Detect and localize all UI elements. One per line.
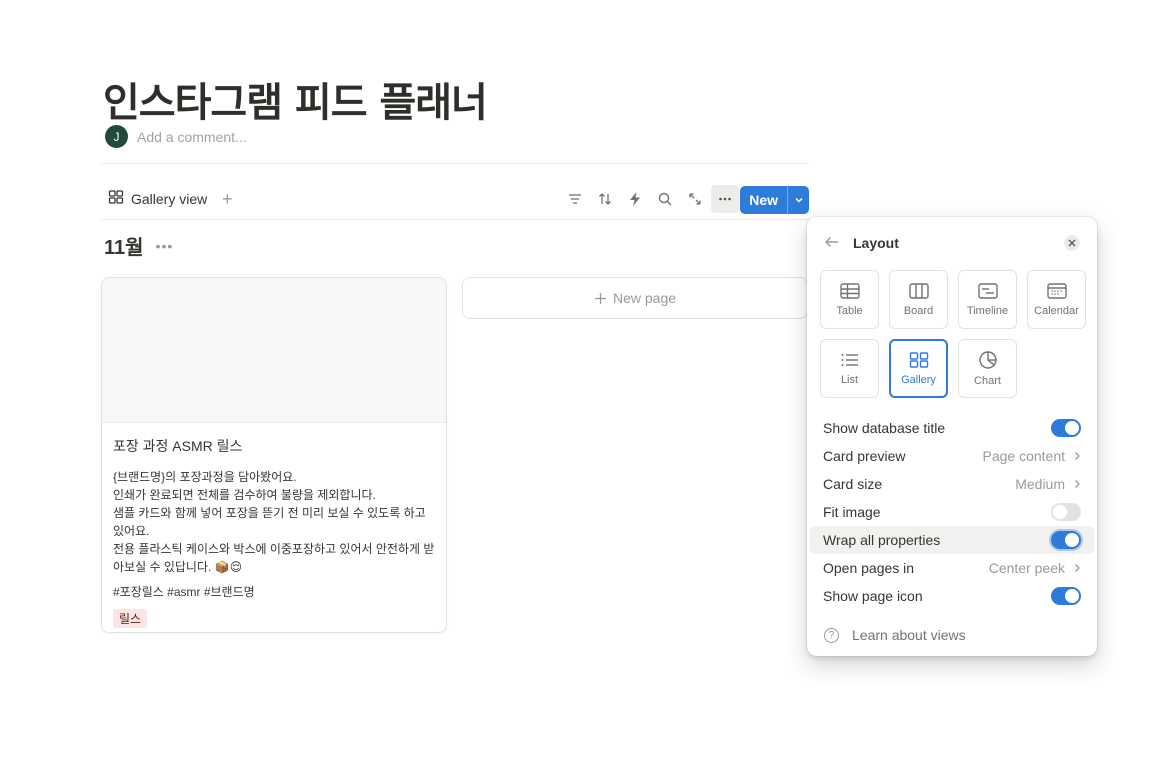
page-title[interactable]: 인스타그램 피드 플래너 <box>103 70 488 128</box>
board-icon <box>908 282 929 299</box>
layout-option-list[interactable]: List <box>820 339 879 398</box>
comment-input[interactable]: Add a comment... <box>137 129 247 145</box>
layout-option-label: Board <box>903 304 934 317</box>
filter-icon[interactable] <box>561 185 589 213</box>
setting-label: Wrap all properties <box>823 532 941 548</box>
more-icon[interactable] <box>711 185 739 213</box>
chevron-right-icon <box>1075 480 1080 488</box>
setting-show-page-icon[interactable]: Show page icon <box>810 582 1094 610</box>
setting-card-size[interactable]: Card size Medium <box>810 470 1094 498</box>
table-icon <box>839 282 860 299</box>
layout-panel: Layout Table Board Timeline Calendar Lis… <box>807 217 1097 656</box>
comment-row[interactable]: J Add a comment... <box>105 125 247 148</box>
setting-wrap-all-properties[interactable]: Wrap all properties <box>810 526 1094 554</box>
layout-option-label: Gallery <box>901 373 936 386</box>
setting-label: Open pages in <box>823 560 915 576</box>
layout-option-label: Chart <box>974 374 1001 387</box>
chevron-right-icon <box>1075 452 1080 460</box>
card-cover <box>102 278 446 423</box>
setting-show-database-title[interactable]: Show database title <box>810 414 1094 442</box>
show-database-title-toggle[interactable] <box>1051 419 1081 437</box>
layout-option-label: List <box>840 373 859 386</box>
learn-about-views-link[interactable]: ? Learn about views <box>824 627 966 643</box>
group-title[interactable]: 11월 <box>104 231 144 260</box>
timeline-icon <box>977 282 998 299</box>
layout-settings: Show database title Card preview Page co… <box>810 414 1094 610</box>
card-description-line: 인쇄가 완료되면 전체를 검수하여 불량을 제외합니다. <box>113 488 376 502</box>
layout-option-calendar[interactable]: Calendar <box>1027 270 1086 329</box>
setting-label: Fit image <box>823 504 881 520</box>
card-description-line: 전용 플라스틱 케이스와 박스에 이중포장하고 있어서 안전하게 받아보실 수 … <box>113 542 435 574</box>
new-page-label: New page <box>612 290 677 306</box>
card-description-line: {브랜드명}의 포장과정을 담아봤어요. <box>113 470 297 484</box>
chevron-right-icon <box>1075 564 1080 572</box>
setting-label: Card preview <box>823 448 906 464</box>
avatar: J <box>105 125 128 148</box>
setting-label: Card size <box>823 476 883 492</box>
plus-icon <box>594 292 606 304</box>
setting-fit-image[interactable]: Fit image <box>810 498 1094 526</box>
setting-value: Page content <box>982 448 1065 464</box>
layout-option-timeline[interactable]: Timeline <box>958 270 1017 329</box>
tab-gallery-view[interactable]: Gallery view <box>108 189 207 208</box>
fit-image-toggle[interactable] <box>1051 503 1081 521</box>
help-icon: ? <box>824 627 839 643</box>
chevron-down-icon <box>794 197 803 203</box>
search-icon[interactable] <box>651 185 679 213</box>
tab-label: Gallery view <box>131 190 208 207</box>
card-tag-badge: 릴스 <box>113 609 148 628</box>
card-description-line: 샘플 카드와 함께 넣어 포장을 뜯기 전 미리 보실 수 있도록 하고 있어요… <box>113 506 426 538</box>
show-page-icon-toggle[interactable] <box>1051 587 1081 605</box>
back-arrow-icon[interactable] <box>824 234 840 255</box>
layout-option-label: Timeline <box>966 304 1009 317</box>
gallery-icon <box>108 189 124 208</box>
expand-icon[interactable] <box>681 185 709 213</box>
chart-icon <box>978 350 997 369</box>
calendar-icon <box>1046 282 1067 299</box>
layout-option-chart[interactable]: Chart <box>958 339 1017 398</box>
setting-open-pages-in[interactable]: Open pages in Center peek <box>810 554 1094 582</box>
automation-icon[interactable] <box>621 185 649 213</box>
new-dropdown-button[interactable] <box>787 186 809 214</box>
card-hashtags: #포장릴스 #asmr #브랜드명 <box>113 585 255 599</box>
divider <box>101 163 809 164</box>
setting-label: Show page icon <box>823 588 923 604</box>
setting-value: Center peek <box>988 560 1065 576</box>
setting-label: Show database title <box>823 420 946 436</box>
wrap-all-properties-toggle[interactable] <box>1051 531 1081 549</box>
card-description: {브랜드명}의 포장과정을 담아봤어요. 인쇄가 완료되면 전체를 검수하여 불… <box>113 468 435 576</box>
learn-label: Learn about views <box>852 627 966 643</box>
setting-card-preview[interactable]: Card preview Page content <box>810 442 1094 470</box>
group-more-button[interactable]: ••• <box>156 238 174 254</box>
add-view-button[interactable]: + <box>222 189 233 209</box>
layout-option-board[interactable]: Board <box>889 270 948 329</box>
gallery-card[interactable]: 포장 과정 ASMR 릴스 {브랜드명}의 포장과정을 담아봤어요. 인쇄가 완… <box>101 277 447 633</box>
new-page-button[interactable]: New page <box>462 277 808 319</box>
layout-option-label: Calendar <box>1034 304 1079 317</box>
setting-value: Medium <box>1015 476 1065 492</box>
new-button[interactable]: New <box>740 186 787 214</box>
list-icon <box>841 353 858 366</box>
new-button-group: New <box>740 186 809 214</box>
card-title: 포장 과정 ASMR 릴스 <box>113 438 243 454</box>
divider <box>101 219 809 220</box>
layout-option-gallery[interactable]: Gallery <box>889 339 948 398</box>
database-toolbar: Gallery view + New <box>101 185 809 215</box>
group-header: 11월 ••• <box>104 231 173 260</box>
gallery-icon <box>909 351 928 368</box>
layout-options: Table Board Timeline Calendar List Galle… <box>820 270 1086 398</box>
close-icon[interactable] <box>1064 235 1080 251</box>
layout-option-table[interactable]: Table <box>820 270 879 329</box>
sort-icon[interactable] <box>591 185 619 213</box>
layout-option-label: Table <box>836 304 863 317</box>
panel-title: Layout <box>853 235 899 251</box>
